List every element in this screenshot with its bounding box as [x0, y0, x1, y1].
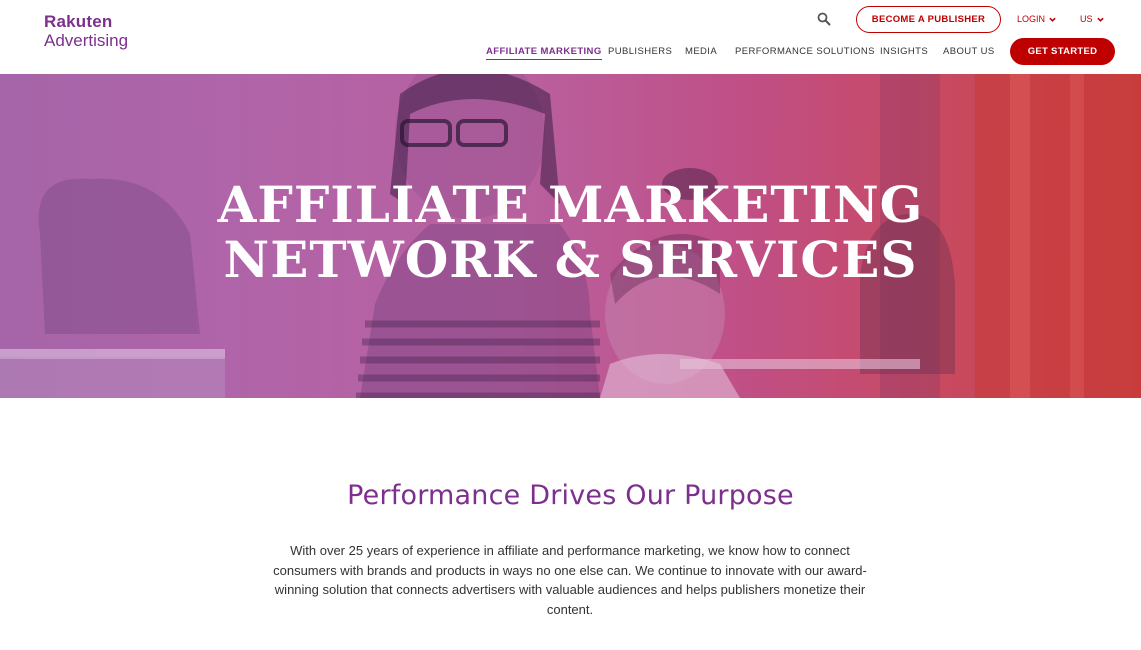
- nav-insights[interactable]: INSIGHTS: [880, 46, 928, 57]
- chevron-down-icon: [1096, 17, 1104, 22]
- hero-banner: AFFILIATE MARKETING NETWORK & SERVICES: [0, 74, 1141, 398]
- logo-line-1: Rakuten: [44, 12, 113, 31]
- nav-about-us[interactable]: ABOUT US: [943, 46, 995, 57]
- login-dropdown[interactable]: LOGIN: [1017, 14, 1056, 24]
- intro-paragraph: With over 25 years of experience in affi…: [273, 543, 867, 617]
- hero-title-line-2: NETWORK & SERVICES: [223, 230, 918, 289]
- nav-publishers[interactable]: PUBLISHERS: [608, 46, 672, 57]
- region-dropdown[interactable]: US: [1080, 14, 1104, 24]
- search-icon[interactable]: [817, 12, 831, 26]
- nav-media[interactable]: MEDIA: [685, 46, 717, 57]
- site-header: Rakuten Advertising BECOME A PUBLISHER L…: [0, 0, 1141, 74]
- logo-line-2: Advertising: [44, 31, 129, 50]
- section-title: Performance Drives Our Purpose: [347, 480, 794, 511]
- become-publisher-button[interactable]: BECOME A PUBLISHER: [856, 6, 1001, 33]
- get-started-button[interactable]: GET STARTED: [1010, 38, 1115, 65]
- hero-title-line-1: AFFILIATE MARKETING: [217, 175, 924, 234]
- chevron-down-icon: [1049, 17, 1056, 22]
- region-label: US: [1080, 14, 1093, 24]
- login-label: LOGIN: [1017, 14, 1046, 24]
- nav-affiliate-marketing[interactable]: AFFILIATE MARKETING: [486, 46, 602, 60]
- rakuten-advertising-logo[interactable]: Rakuten Advertising: [44, 13, 128, 49]
- nav-performance-solutions[interactable]: PERFORMANCE SOLUTIONS: [735, 46, 875, 57]
